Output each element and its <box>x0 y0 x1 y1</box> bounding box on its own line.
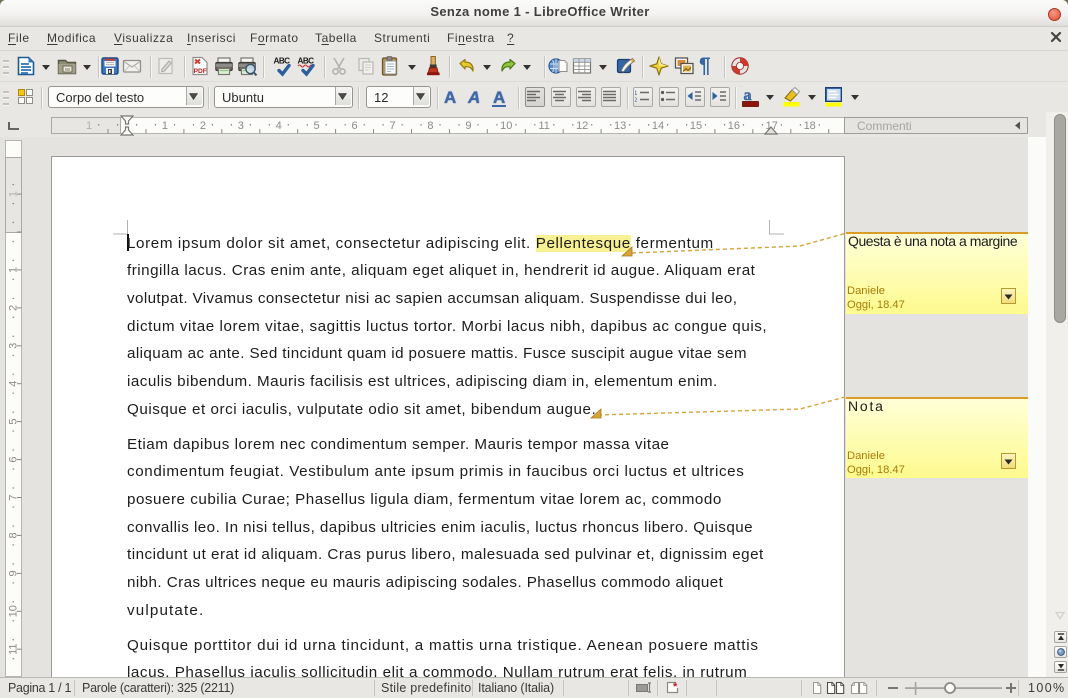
svg-text:15: 15 <box>690 120 702 132</box>
svg-text:1: 1 <box>162 120 168 132</box>
svg-text:9: 9 <box>465 120 471 132</box>
svg-text:ABC: ABC <box>274 57 291 66</box>
svg-text:7: 7 <box>389 120 395 132</box>
svg-text:13: 13 <box>614 120 626 132</box>
svg-text:18: 18 <box>804 120 816 132</box>
svg-text:5: 5 <box>314 120 320 132</box>
svg-text:12: 12 <box>576 120 588 132</box>
svg-text:11: 11 <box>538 120 549 132</box>
svg-text:*: * <box>673 681 678 693</box>
svg-text:14: 14 <box>652 120 664 132</box>
svg-text:10: 10 <box>500 120 512 132</box>
svg-text:2: 2 <box>635 98 638 103</box>
svg-text:ABC: ABC <box>298 57 315 66</box>
svg-text:4: 4 <box>276 120 282 132</box>
svg-text:16: 16 <box>728 120 740 132</box>
svg-text:2: 2 <box>200 120 206 132</box>
svg-text:1: 1 <box>86 120 92 132</box>
svg-text:3: 3 <box>238 120 244 132</box>
svg-text:8: 8 <box>427 120 433 132</box>
svg-text:1: 1 <box>635 91 638 97</box>
svg-text:6: 6 <box>352 120 358 132</box>
svg-text:PDF: PDF <box>194 68 207 75</box>
